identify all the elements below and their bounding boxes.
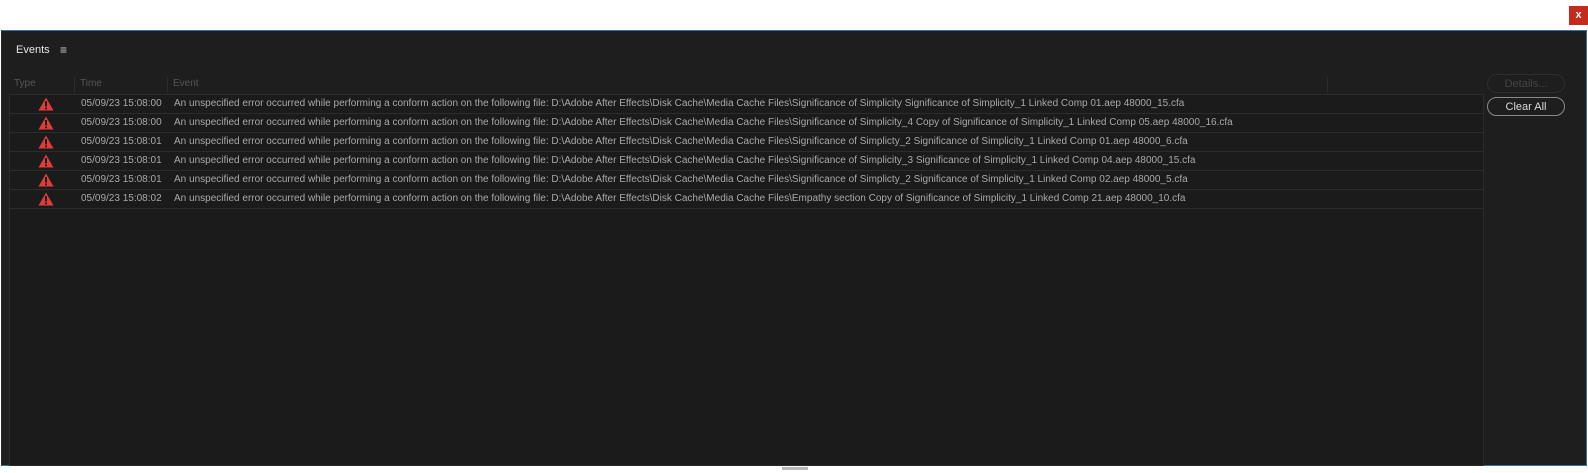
events-window: Events ≡ Type Time Event 05/09/23 15:08:…: [1, 30, 1587, 466]
event-row[interactable]: 05/09/23 15:08:02 An unspecified error oc…: [10, 190, 1483, 209]
event-time: 05/09/23 15:08:01: [81, 136, 162, 147]
window-titlebar: [0, 0, 1588, 30]
error-warning-icon: [38, 154, 54, 168]
events-list[interactable]: 05/09/23 15:08:00 An unspecified error oc…: [9, 94, 1484, 466]
event-message: An unspecified error occurred while perf…: [174, 193, 1186, 204]
error-warning-icon: [38, 116, 54, 130]
event-time: 05/09/23 15:08:01: [81, 174, 162, 185]
event-row[interactable]: 05/09/23 15:08:01 An unspecified error oc…: [10, 133, 1483, 152]
panel-header: Events ≡: [2, 31, 1586, 69]
event-time: 05/09/23 15:08:00: [81, 98, 162, 109]
resize-grip[interactable]: [782, 467, 808, 470]
close-button[interactable]: x: [1569, 6, 1588, 25]
column-header: Type Time Event: [9, 77, 1484, 93]
error-warning-icon: [38, 135, 54, 149]
event-message: An unspecified error occurred while perf…: [174, 136, 1188, 147]
error-warning-icon: [38, 173, 54, 187]
event-row[interactable]: 05/09/23 15:08:01 An unspecified error oc…: [10, 152, 1483, 171]
event-message: An unspecified error occurred while perf…: [174, 117, 1233, 128]
event-time: 05/09/23 15:08:02: [81, 193, 162, 204]
panel-menu-icon[interactable]: ≡: [60, 43, 67, 57]
column-time[interactable]: Time: [75, 77, 168, 93]
event-time: 05/09/23 15:08:00: [81, 117, 162, 128]
event-row[interactable]: 05/09/23 15:08:00 An unspecified error oc…: [10, 114, 1483, 133]
error-warning-icon: [38, 192, 54, 206]
event-message: An unspecified error occurred while perf…: [174, 155, 1196, 166]
event-row[interactable]: 05/09/23 15:08:01 An unspecified error oc…: [10, 171, 1483, 190]
event-row[interactable]: 05/09/23 15:08:00 An unspecified error oc…: [10, 95, 1483, 114]
clear-all-button[interactable]: Clear All: [1487, 97, 1565, 116]
column-event[interactable]: Event: [168, 77, 1328, 93]
event-message: An unspecified error occurred while perf…: [174, 98, 1185, 109]
column-type[interactable]: Type: [9, 77, 75, 93]
error-warning-icon: [38, 97, 54, 111]
details-button[interactable]: Details...: [1487, 74, 1565, 93]
event-message: An unspecified error occurred while perf…: [174, 174, 1188, 185]
panel-title[interactable]: Events: [16, 44, 50, 56]
event-time: 05/09/23 15:08:01: [81, 155, 162, 166]
